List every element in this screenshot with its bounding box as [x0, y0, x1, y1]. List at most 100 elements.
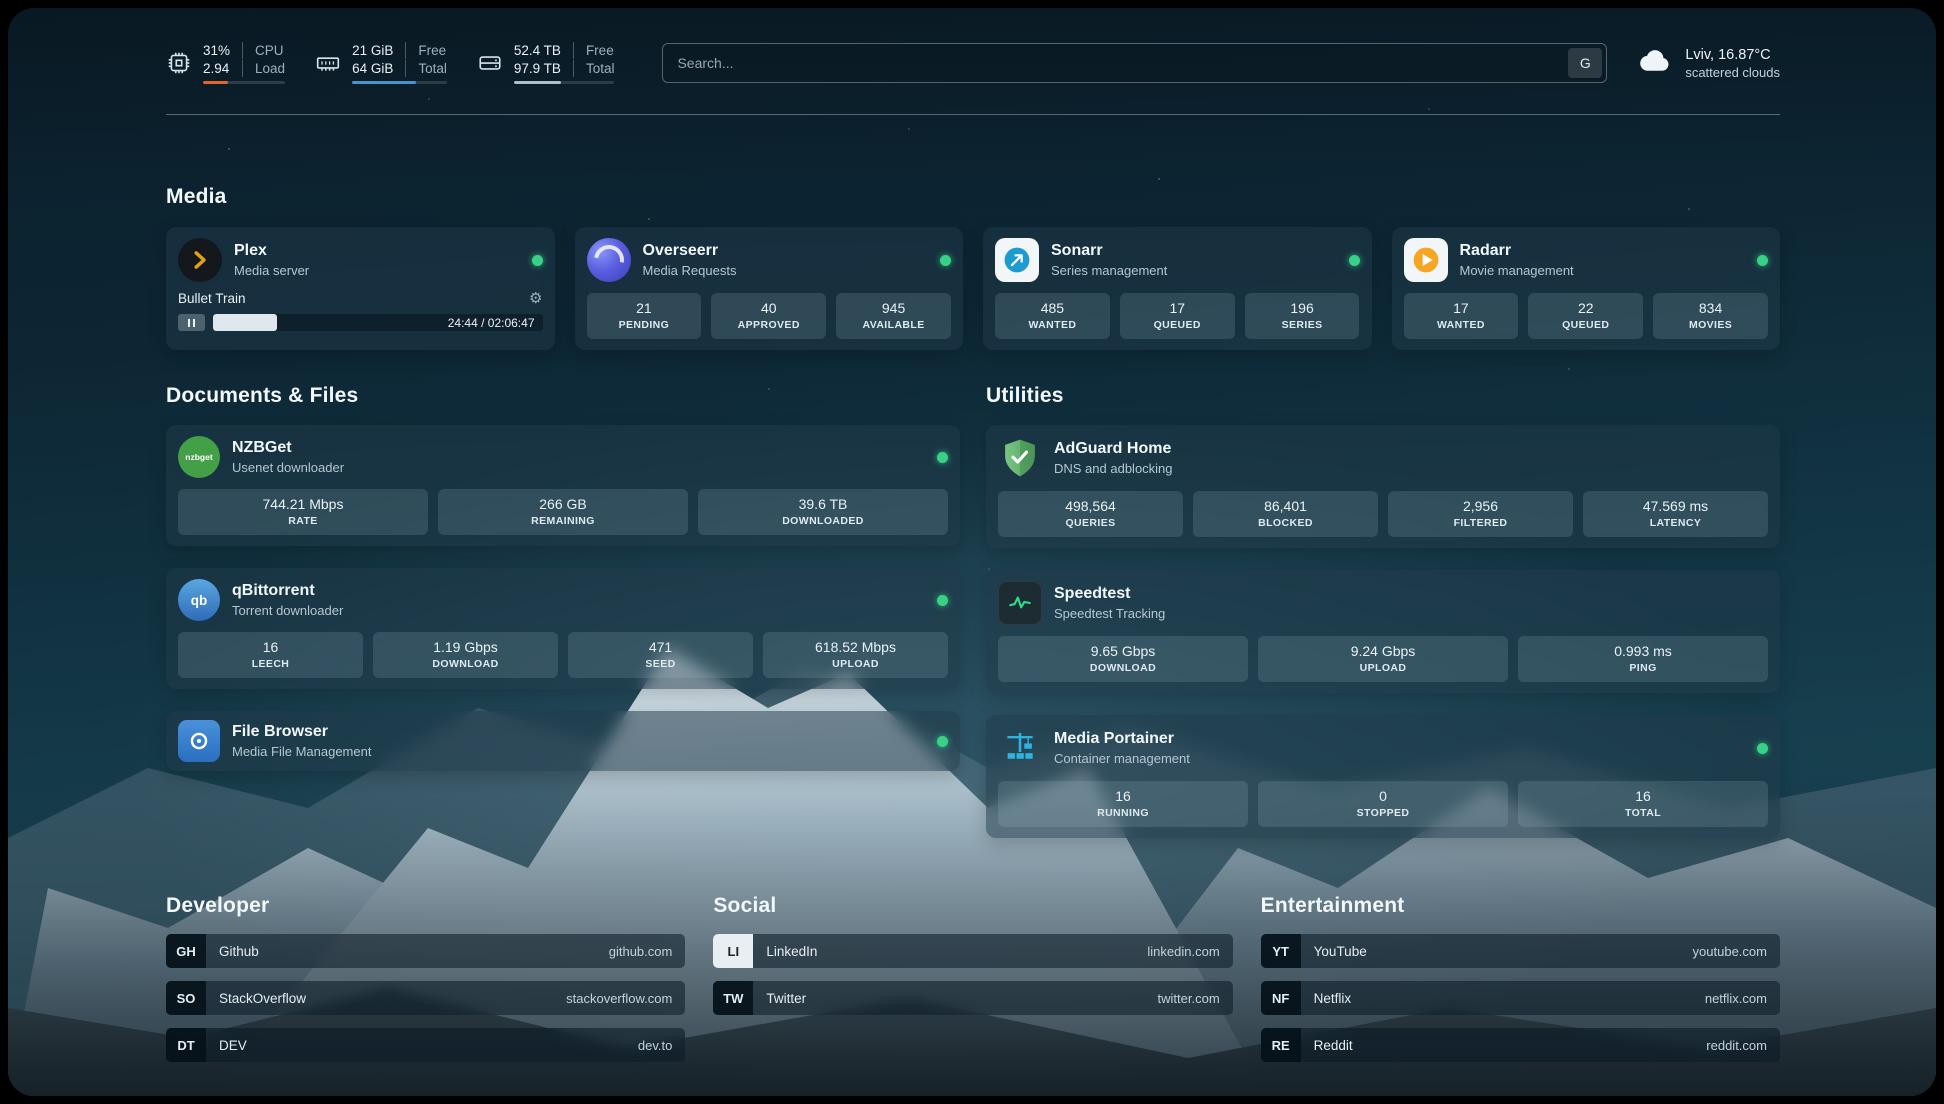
qbittorrent-icon: qb — [178, 579, 220, 621]
stat-running: 16 RUNNING — [998, 781, 1248, 827]
app-card-sonarr[interactable]: Sonarr Series management 485 WANTED 17 Q… — [983, 227, 1372, 350]
app-name-nzbget: NZBGet — [232, 439, 344, 457]
cloud-icon — [1637, 43, 1673, 84]
stat-wanted: 17 WANTED — [1404, 293, 1519, 339]
bookmark-youtube[interactable]: YT YouTube youtube.com — [1261, 934, 1780, 968]
disk-total-value: 97.9 TB — [514, 60, 561, 77]
media-grid: Plex Media server Bullet Train ⚙ 24:44 /… — [166, 227, 1780, 350]
dashboard-content: 31% CPU 2.94 Load — [8, 8, 1936, 1075]
cpu-usage-bar — [203, 81, 285, 84]
playback-time: 24:44 / 02:06:47 — [448, 316, 535, 330]
app-desc-sonarr: Series management — [1051, 263, 1167, 278]
stat-queued: 22 QUEUED — [1528, 293, 1643, 339]
app-card-filebrowser[interactable]: File Browser Media File Management — [166, 711, 960, 771]
seek-bar[interactable]: 24:44 / 02:06:47 — [213, 314, 543, 331]
app-name-speedtest: Speedtest — [1054, 585, 1165, 603]
qbittorrent-stats: 16 LEECH 1.19 Gbps DOWNLOAD 471 SEED 6 — [178, 632, 948, 678]
bookmark-name: YouTube — [1301, 934, 1367, 968]
app-card-speedtest[interactable]: Speedtest Speedtest Tracking 9.65 Gbps D… — [986, 570, 1780, 693]
bookmark-name: StackOverflow — [206, 981, 306, 1015]
stat-downloaded: 39.6 TB DOWNLOADED — [698, 489, 948, 535]
adguard-stats: 498,564 QUERIES 86,401 BLOCKED 2,956 FIL… — [998, 491, 1768, 537]
cpu-usage-label: CPU — [242, 42, 285, 59]
netflix-icon: NF — [1261, 981, 1301, 1015]
bookmark-reddit[interactable]: RE Reddit reddit.com — [1261, 1028, 1780, 1062]
speedtest-stats: 9.65 Gbps DOWNLOAD 9.24 Gbps UPLOAD 0.99… — [998, 636, 1768, 682]
filebrowser-header: File Browser Media File Management — [178, 720, 948, 762]
section-title-documents: Documents & Files — [166, 384, 960, 408]
bookmark-github[interactable]: GH Github github.com — [166, 934, 685, 968]
app-card-plex[interactable]: Plex Media server Bullet Train ⚙ 24:44 /… — [166, 227, 555, 350]
search-bar[interactable]: G — [662, 43, 1607, 83]
search-input[interactable] — [663, 55, 1568, 71]
ram-free-label: Free — [405, 42, 447, 59]
stat-download: 1.19 Gbps DOWNLOAD — [373, 632, 558, 678]
stat-upload: 618.52 Mbps UPLOAD — [763, 632, 948, 678]
app-desc-nzbget: Usenet downloader — [232, 460, 344, 475]
stat-total: 16 TOTAL — [1518, 781, 1768, 827]
settings-gear-icon[interactable]: ⚙ — [529, 291, 542, 306]
app-desc-portainer: Container management — [1054, 751, 1190, 766]
stat-seed: 471 SEED — [568, 632, 753, 678]
disk-usage-bar — [514, 81, 615, 84]
bookmark-name: LinkedIn — [753, 934, 817, 968]
app-name-radarr: Radarr — [1460, 242, 1574, 260]
radarr-header: Radarr Movie management — [1404, 238, 1769, 282]
portainer-stats: 16 RUNNING 0 STOPPED 16 TOTAL — [998, 781, 1768, 827]
app-card-portainer[interactable]: Media Portainer Container management 16 … — [986, 715, 1780, 838]
bookmark-url: reddit.com — [1706, 1028, 1780, 1062]
stat-stopped: 0 STOPPED — [1258, 781, 1508, 827]
stat-latency: 47.569 ms LATENCY — [1583, 491, 1768, 537]
app-card-radarr[interactable]: Radarr Movie management 17 WANTED 22 QUE… — [1392, 227, 1781, 350]
bookmark-dev[interactable]: DT DEV dev.to — [166, 1028, 685, 1062]
stat-movies: 834 MOVIES — [1653, 293, 1768, 339]
topbar: 31% CPU 2.94 Load — [166, 42, 1780, 84]
search-engine-button[interactable]: G — [1568, 48, 1602, 78]
filebrowser-icon — [178, 720, 220, 762]
pause-button[interactable] — [178, 314, 205, 331]
disk-icon — [477, 50, 503, 76]
status-dot-online — [532, 255, 543, 266]
app-name-adguard: AdGuard Home — [1054, 440, 1173, 458]
sonarr-stats: 485 WANTED 17 QUEUED 196 SERIES — [995, 293, 1360, 339]
weather-location-temp: Lviv, 16.87°C — [1685, 47, 1780, 63]
disk-total-label: Total — [573, 60, 615, 77]
section-title-social: Social — [713, 894, 1232, 918]
bookmark-url: twitter.com — [1158, 981, 1233, 1015]
stat-series: 196 SERIES — [1245, 293, 1360, 339]
section-title-developer: Developer — [166, 894, 685, 918]
status-dot-online — [937, 452, 948, 463]
linkedin-icon: LI — [713, 934, 753, 968]
app-name-sonarr: Sonarr — [1051, 242, 1167, 260]
bookmark-twitter[interactable]: TW Twitter twitter.com — [713, 981, 1232, 1015]
stat-filtered: 2,956 FILTERED — [1388, 491, 1573, 537]
ram-monitor: 21 GiB Free 64 GiB Total — [315, 42, 447, 84]
app-name-portainer: Media Portainer — [1054, 730, 1190, 748]
bookmark-netflix[interactable]: NF Netflix netflix.com — [1261, 981, 1780, 1015]
stat-blocked: 86,401 BLOCKED — [1193, 491, 1378, 537]
nzbget-icon: nzbget — [178, 436, 220, 478]
bookmark-name: Github — [206, 934, 259, 968]
status-dot-online — [1757, 743, 1768, 754]
bookmark-linkedin[interactable]: LI LinkedIn linkedin.com — [713, 934, 1232, 968]
ram-free-value: 21 GiB — [352, 42, 393, 59]
app-card-nzbget[interactable]: nzbget NZBGet Usenet downloader 744.21 M… — [166, 425, 960, 546]
app-card-adguard[interactable]: AdGuard Home DNS and adblocking 498,564 … — [986, 425, 1780, 548]
app-card-overseerr[interactable]: Overseerr Media Requests 21 PENDING 40 A… — [575, 227, 964, 350]
now-playing-title: Bullet Train — [178, 291, 246, 306]
player-row: 24:44 / 02:06:47 — [178, 314, 543, 331]
nzbget-stats: 744.21 Mbps RATE 266 GB REMAINING 39.6 T… — [178, 489, 948, 535]
app-desc-overseerr: Media Requests — [643, 263, 737, 278]
sonarr-icon — [995, 238, 1039, 282]
seek-fill — [213, 314, 277, 331]
status-dot-online — [937, 595, 948, 606]
section-title-entertainment: Entertainment — [1261, 894, 1780, 918]
github-icon: GH — [166, 934, 206, 968]
social-column: Social LI LinkedIn linkedin.com TW Twitt… — [713, 894, 1232, 1075]
stat-upload: 9.24 Gbps UPLOAD — [1258, 636, 1508, 682]
bookmark-url: github.com — [609, 934, 686, 968]
stat-rate: 744.21 Mbps RATE — [178, 489, 428, 535]
bookmark-stackoverflow[interactable]: SO StackOverflow stackoverflow.com — [166, 981, 685, 1015]
app-card-qbittorrent[interactable]: qb qBittorrent Torrent downloader 16 LEE… — [166, 568, 960, 689]
bookmark-name: Reddit — [1301, 1028, 1353, 1062]
